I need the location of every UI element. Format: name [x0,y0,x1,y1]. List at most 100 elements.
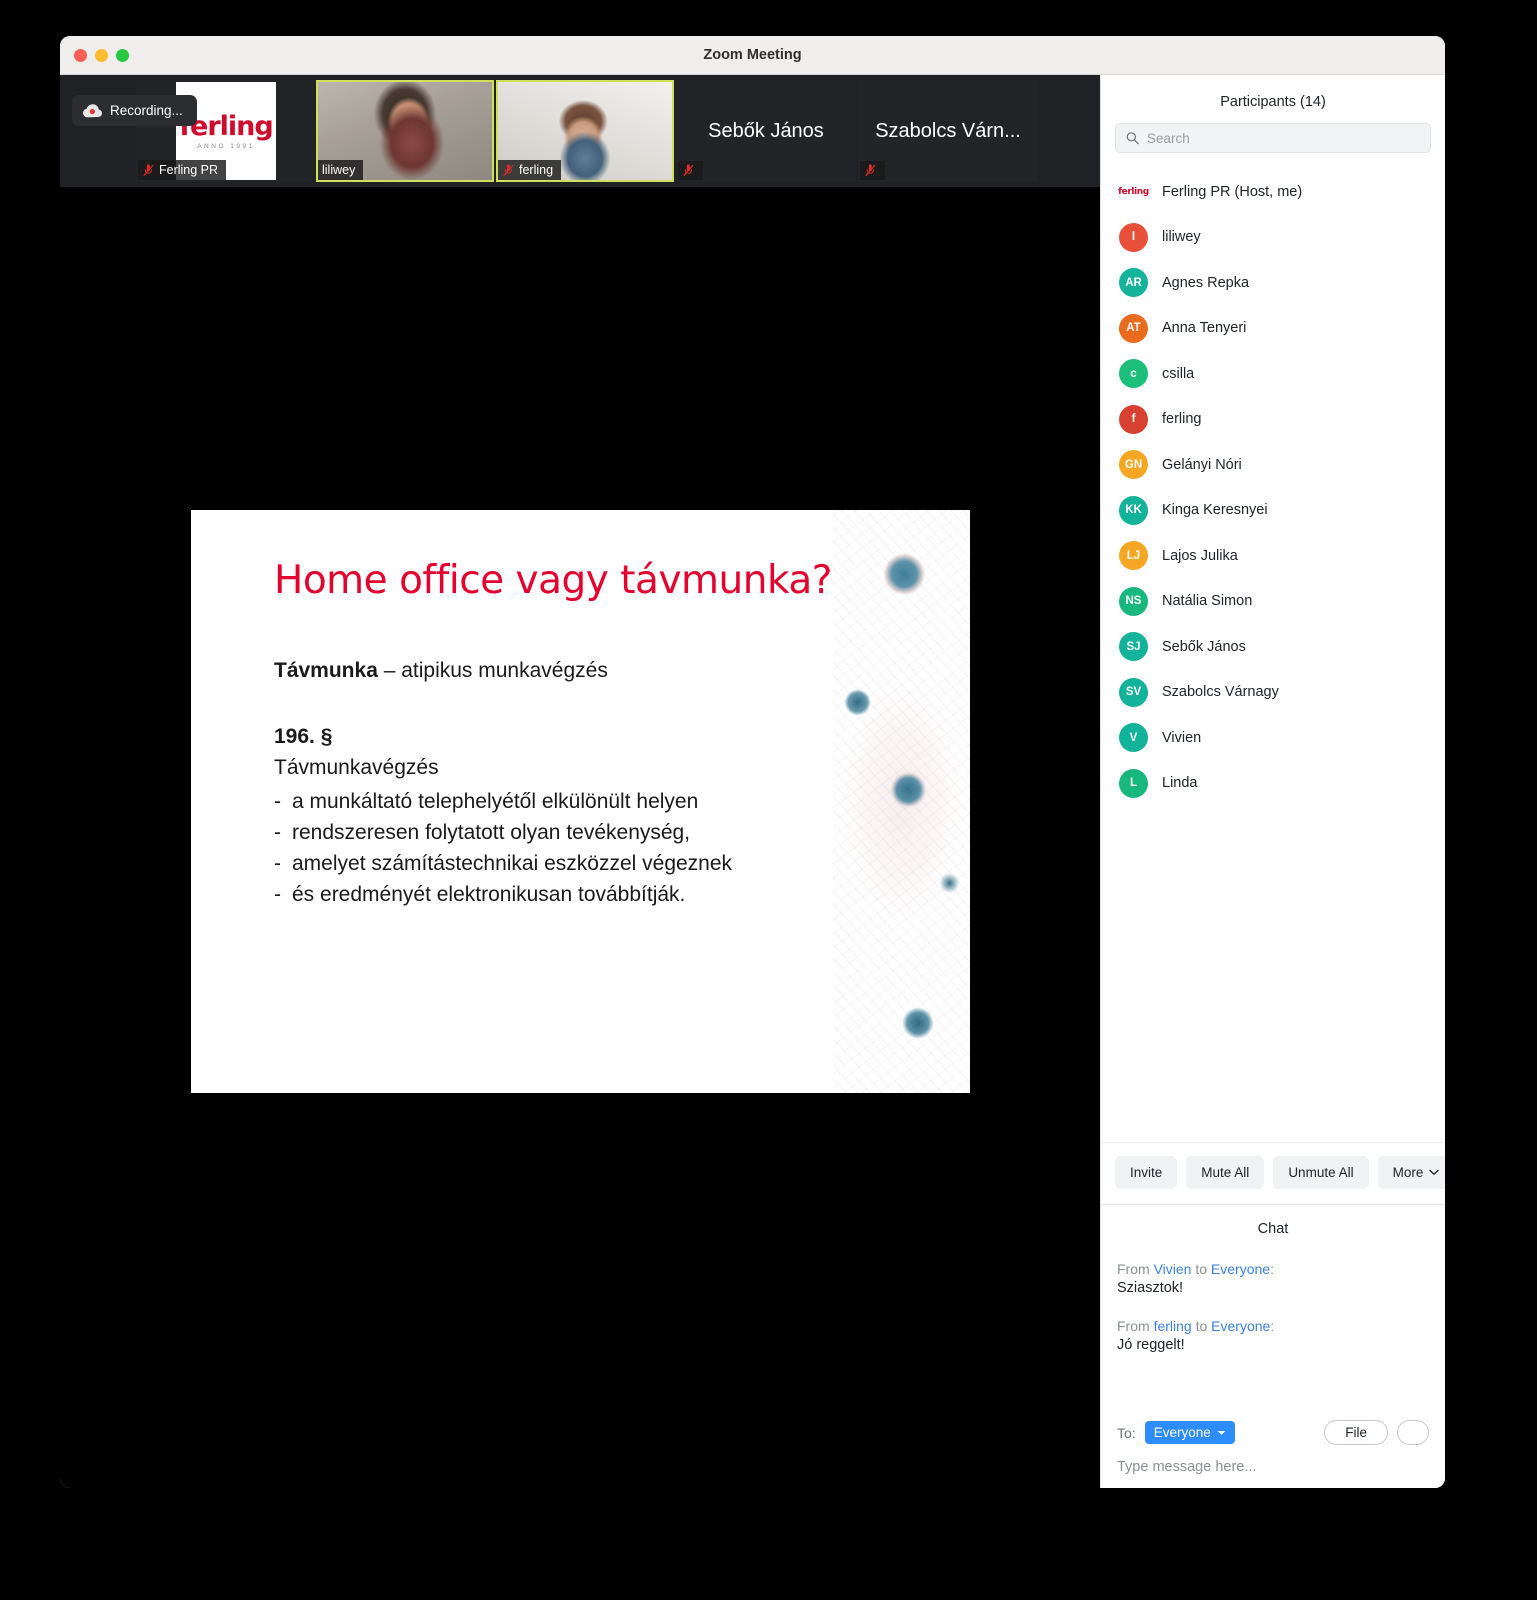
bullet-text: a munkáltató telephelyétől elkülönült he… [292,790,699,813]
video-tile-ferling[interactable]: ferling [496,80,674,182]
muted-mic-icon [865,164,876,177]
window-titlebar: Zoom Meeting [60,36,1445,75]
avatar-initials: L [1129,777,1138,790]
participant-name: Kinga Keresnyei [1162,502,1268,519]
chat-colon: : [1270,1261,1274,1277]
recording-label: Recording... [110,103,183,118]
participant-row-lajos-julika[interactable]: LJ Lajos Julika [1101,533,1445,579]
chat-from-label: From [1117,1318,1150,1334]
participant-row-szabolcs-varnagy[interactable]: SV Szabolcs Várnagy [1101,670,1445,716]
bullet-dash: - [274,883,281,907]
chat-to-label: to [1195,1318,1208,1334]
avatar-initials: AR [1125,276,1142,289]
avatar-initials: SV [1125,686,1142,699]
avatar-initials: LJ [1126,549,1141,562]
participant-row-agnes-repka[interactable]: AR Agnes Repka [1101,260,1445,306]
avatar: c [1119,359,1148,389]
avatar: KK [1119,495,1148,525]
avatar-initials: NS [1125,595,1142,608]
window-title: Zoom Meeting [703,47,802,63]
more-button[interactable]: More [1377,1156,1445,1189]
chat-section: Chat From Vivien to Everyone: Sziasztok! [1101,1204,1445,1488]
participant-name: Gelányi Nóri [1162,456,1242,473]
shared-slide: Home office vagy távmunka? Távmunka – at… [191,510,970,1093]
chat-message-header: From Vivien to Everyone: [1117,1261,1429,1277]
participant-name: liliwey [1162,229,1201,246]
avatar: AT [1119,313,1148,343]
chat-sender[interactable]: ferling [1154,1318,1192,1334]
chat-recipient[interactable]: Everyone [1211,1261,1270,1277]
avatar: L [1119,768,1148,798]
recording-indicator[interactable]: Recording... [72,95,197,126]
chat-recipient[interactable]: Everyone [1211,1318,1270,1334]
search-icon [1126,132,1139,145]
bullet-text: amelyet számítástechnikai eszközzel vége… [292,852,733,876]
chat-message-input[interactable] [1117,1459,1429,1475]
video-tile-szabolcs-varnagy[interactable]: Szabolcs Várn... [858,80,1038,182]
slide-section-heading: 196. § [274,725,333,748]
muted-mic-icon [683,164,694,177]
participant-name: csilla [1162,365,1195,382]
participants-search-input[interactable] [1147,130,1420,146]
avatar: SV [1119,677,1148,707]
muted-mic-icon [143,163,154,176]
participants-search-box[interactable] [1115,123,1431,153]
chat-from-label: From [1117,1261,1150,1277]
slide-bullet-item: - és eredményét elektronikusan továbbítj… [274,879,833,910]
tile-name-badge: Ferling PR [138,160,227,180]
avatar-initials: l [1131,231,1136,244]
avatar: ferling [1118,177,1149,207]
bullet-text: rendszeresen folytatott olyan tevékenysé… [292,821,691,845]
participant-name: Ferling PR (Host, me) [1162,183,1303,200]
participant-row-ferling[interactable]: f ferling [1101,397,1445,443]
participant-row-natalia-simon[interactable]: NS Natália Simon [1101,579,1445,625]
participants-list[interactable]: ferling Ferling PR (Host, me) l liliwey … [1101,163,1445,1142]
chat-colon: : [1270,1318,1275,1334]
participant-row-anna-tenyeri[interactable]: AT Anna Tenyeri [1101,306,1445,352]
participant-name: Szabolcs Várnagy [1162,684,1279,701]
chat-message: From Vivien to Everyone: Sziasztok! [1117,1261,1429,1296]
chat-to-label: to [1195,1261,1208,1277]
participant-name: Linda [1162,775,1198,792]
chat-to-static-label: To: [1117,1424,1136,1441]
participant-row-linda[interactable]: L Linda [1101,761,1445,807]
slide-bullet-list: - a munkáltató telephelyétől elkülönült … [274,786,833,910]
participant-row-ferling-pr[interactable]: ferling Ferling PR (Host, me) [1101,169,1445,215]
participant-row-csilla[interactable]: c csilla [1101,351,1445,397]
participants-panel-title: Participants (14) [1220,94,1326,110]
invite-button[interactable]: Invite [1115,1156,1178,1189]
participant-row-kinga-keresnyei[interactable]: KK Kinga Keresnyei [1101,488,1445,534]
meeting-stage: ferling ANNO 1991 Ferling PR liliwey fer… [60,75,1100,1488]
avatar-initials: V [1129,731,1138,744]
participant-row-liliwey[interactable]: l liliwey [1101,215,1445,261]
participant-filmstrip[interactable]: ferling ANNO 1991 Ferling PR liliwey fer… [60,75,1100,187]
chat-message-list[interactable]: From Vivien to Everyone: Sziasztok! From… [1101,1243,1445,1420]
chevron-down-icon [1217,1430,1226,1435]
avatar: V [1119,723,1148,753]
ferling-logo-subtitle: ANNO 1991 [197,142,255,150]
participant-name: Natália Simon [1162,593,1253,610]
chat-sender[interactable]: Vivien [1154,1261,1192,1277]
mute-all-button[interactable]: Mute All [1186,1156,1265,1189]
unmute-all-button[interactable]: Unmute All [1273,1156,1369,1189]
video-tile-sebok-janos[interactable]: Sebők János [676,80,856,182]
avatar-initials: SJ [1126,640,1141,653]
zoom-meeting-window: Zoom Meeting ferling ANNO 1991 Ferling P… [60,36,1445,1488]
slide-content: Home office vagy távmunka? Távmunka – at… [191,510,833,1093]
window-body: ferling ANNO 1991 Ferling PR liliwey fer… [60,75,1445,1488]
chat-title: Chat [1257,1221,1289,1237]
avatar: GN [1119,450,1148,480]
participant-row-gelanyi-nori[interactable]: GN Gelányi Nóri [1101,442,1445,488]
participant-name: ferling [1162,411,1202,428]
emoji-button[interactable] [1397,1420,1429,1445]
participant-row-vivien[interactable]: V Vivien [1101,715,1445,761]
tile-name-badge [678,161,703,180]
chat-message-header: From ferling to Everyone: [1117,1318,1429,1334]
slide-lead: Távmunka – atipikus munkavégzés [274,659,833,683]
participant-name: Agnes Repka [1162,274,1250,291]
file-button[interactable]: File [1324,1420,1388,1445]
slide-bullet-item: - a munkáltató telephelyétől elkülönült … [274,786,833,817]
chat-recipient-dropdown[interactable]: Everyone [1144,1421,1235,1444]
participant-row-sebok-janos[interactable]: SJ Sebők János [1101,624,1445,670]
video-tile-liliwey[interactable]: liliwey [316,80,494,182]
